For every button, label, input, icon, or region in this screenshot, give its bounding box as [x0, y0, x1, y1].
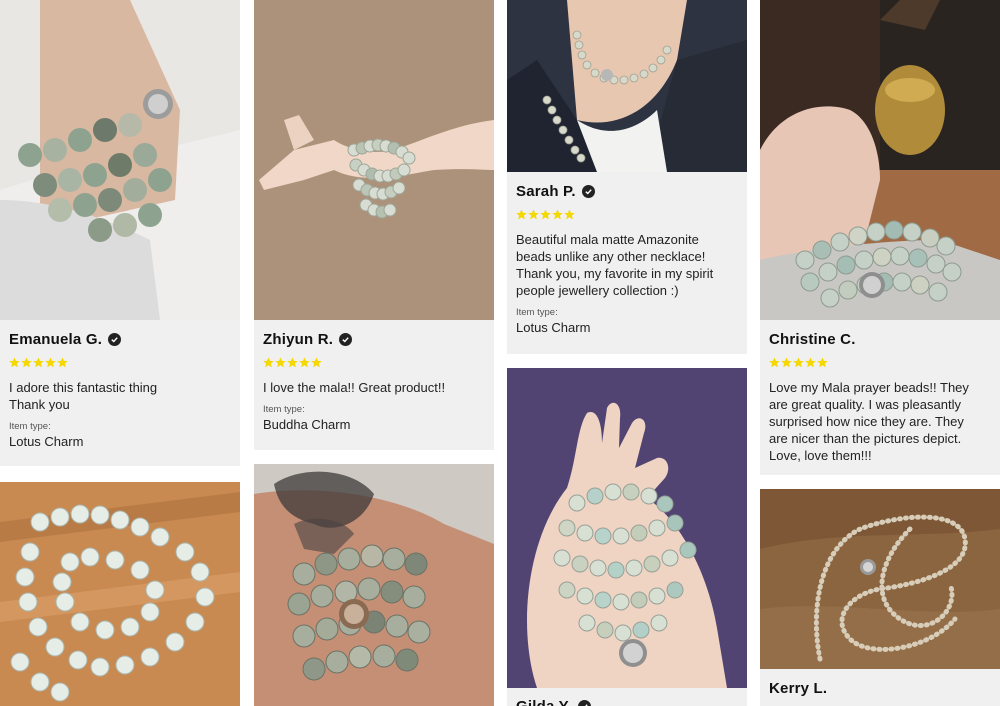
star-icon	[33, 357, 44, 368]
review-body: Sarah P. Beautiful mala matte Amazonite …	[516, 182, 741, 336]
reviewer-name: Emanuela G.	[9, 330, 234, 348]
review-photo[interactable]	[760, 0, 1000, 320]
review-text-line: I love the mala!! Great product!!	[263, 380, 446, 395]
star-icon	[552, 209, 563, 220]
review-photo[interactable]	[760, 489, 1000, 669]
review-card[interactable]: Zhiyun R. I love the mala!! Great produc…	[254, 0, 494, 450]
review-photo[interactable]	[0, 0, 240, 320]
star-icon	[528, 209, 539, 220]
star-icon	[564, 209, 575, 220]
item-type-value: Lotus Charm	[516, 320, 591, 335]
check-circle-icon	[577, 699, 591, 706]
star-icon	[263, 357, 274, 368]
review-text-line: Love, love them!!!	[769, 448, 872, 463]
review-text-line: are great quality. I was pleasantly	[769, 397, 961, 412]
review-card[interactable]: Kerry L.	[760, 489, 1000, 706]
review-body: Gilda Y.	[516, 697, 741, 706]
review-text-line: surprised how nice they are. They	[769, 414, 964, 429]
star-icon	[769, 357, 780, 368]
review-text: Beautiful mala matte Amazonite beads unl…	[516, 231, 741, 299]
star-icon	[781, 357, 792, 368]
star-icon	[21, 357, 32, 368]
star-rating	[769, 357, 994, 369]
review-text: I adore this fantastic thing Thank you	[9, 379, 234, 413]
review-card[interactable]: Sarah P. Beautiful mala matte Amazonite …	[507, 0, 747, 354]
star-icon	[287, 357, 298, 368]
review-card[interactable]: Christine C. Love my Mala prayer beads!!…	[760, 0, 1000, 475]
review-text-line: Beautiful mala matte Amazonite	[516, 232, 699, 247]
star-icon	[57, 357, 68, 368]
review-photo[interactable]	[507, 368, 747, 688]
item-type-value: Lotus Charm	[9, 434, 84, 449]
item-type-value: Buddha Charm	[263, 417, 351, 432]
review-photo[interactable]	[254, 464, 494, 706]
star-rating	[263, 357, 488, 369]
star-rating	[516, 209, 741, 221]
review-body: Kerry L.	[769, 679, 994, 697]
check-circle-icon	[581, 184, 595, 198]
star-icon	[299, 357, 310, 368]
review-body: Zhiyun R. I love the mala!! Great produc…	[263, 330, 488, 433]
review-text: Love my Mala prayer beads!! They are gre…	[769, 379, 994, 464]
item-type-label: Item type:	[263, 404, 305, 415]
star-icon	[817, 357, 828, 368]
review-card[interactable]: Gilda Y.	[507, 368, 747, 706]
star-icon	[793, 357, 804, 368]
review-photo[interactable]	[507, 0, 747, 172]
item-type-label: Item type:	[9, 421, 51, 432]
reviewer-name: Sarah P.	[516, 182, 741, 200]
review-photo[interactable]	[0, 482, 240, 706]
review-text-line: I adore this fantastic thing	[9, 380, 158, 395]
star-icon	[275, 357, 286, 368]
review-text-line: Thank you	[9, 397, 70, 412]
review-text-line: are nicer than the pictures depict.	[769, 431, 962, 446]
star-icon	[311, 357, 322, 368]
review-text-line: beads unlike any other necklace!	[516, 249, 706, 264]
review-photo[interactable]	[254, 0, 494, 320]
item-type-label: Item type:	[516, 307, 558, 318]
check-circle-icon	[108, 332, 122, 346]
review-text-line: Love my Mala prayer beads!! They	[769, 380, 969, 395]
star-icon	[516, 209, 527, 220]
reviewer-name: Kerry L.	[769, 679, 828, 697]
star-icon	[45, 357, 56, 368]
star-icon	[540, 209, 551, 220]
review-body: Christine C. Love my Mala prayer beads!!…	[769, 330, 994, 464]
review-card[interactable]	[0, 482, 240, 706]
review-text: I love the mala!! Great product!!	[263, 379, 488, 396]
review-body: Emanuela G. I adore this fantastic thing…	[9, 330, 234, 450]
star-icon	[805, 357, 816, 368]
review-card[interactable]: Emanuela G. I adore this fantastic thing…	[0, 0, 240, 466]
review-text-line: people jewellery collection :)	[516, 283, 679, 298]
check-circle-icon	[339, 332, 353, 346]
reviewer-name: Gilda Y.	[516, 697, 741, 706]
star-icon	[9, 357, 20, 368]
review-card[interactable]	[254, 464, 494, 706]
reviewer-name: Zhiyun R.	[263, 330, 488, 348]
reviewer-name: Christine C.	[769, 330, 856, 348]
star-rating	[9, 357, 234, 369]
review-text-line: Thank you, my favorite in my spirit	[516, 266, 714, 281]
